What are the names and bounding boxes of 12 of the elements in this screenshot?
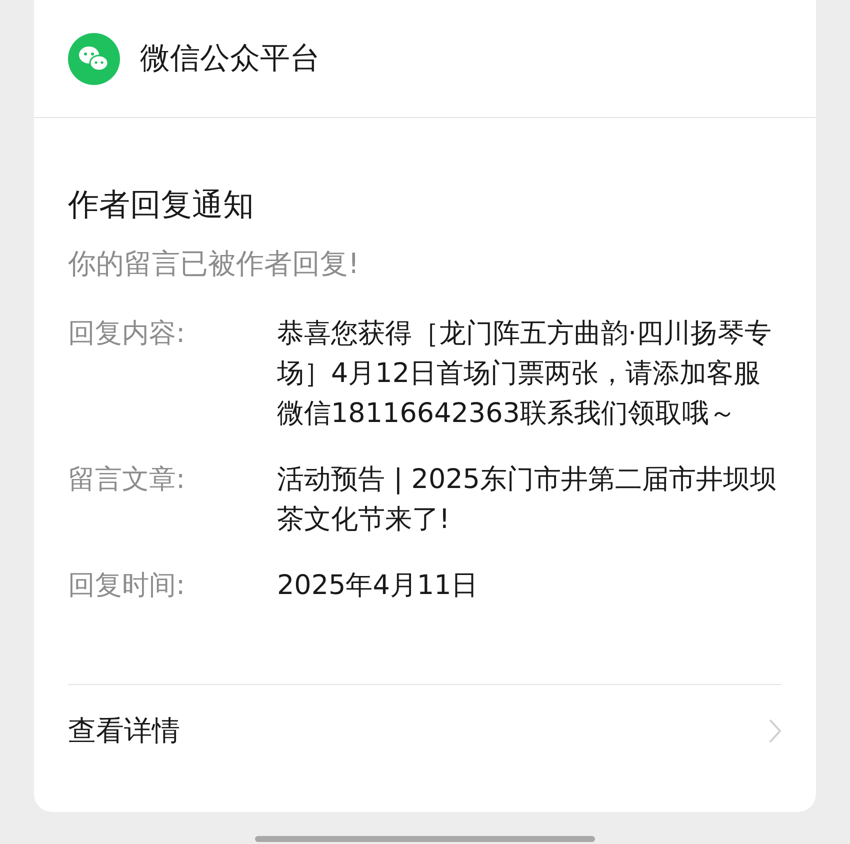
field-value: 恭喜您获得［龙门阵五方曲韵·四川扬琴专场］4月12日首场门票两张，请添加客服微信18116642363联系我们领取哦～ <box>277 317 773 431</box>
chat-bubbles-icon <box>68 32 120 84</box>
chevron-right-icon <box>768 718 782 744</box>
notice-title: 作者回复通知 <box>68 186 255 225</box>
field-value: 2025年4月11日 <box>277 569 480 603</box>
field-value: 活动预告 | 2025东门市井第二届市井坝坝茶文化节来了! <box>277 463 777 537</box>
field-label: 留言文章: <box>68 463 186 497</box>
field-label: 回复内容: <box>68 317 186 351</box>
account-name: 微信公众平台 <box>140 40 320 78</box>
notice-subtitle: 你的留言已被作者回复! <box>68 246 360 282</box>
view-details-link[interactable]: 查看详情 <box>68 710 180 752</box>
field-label: 回复时间: <box>68 569 186 603</box>
